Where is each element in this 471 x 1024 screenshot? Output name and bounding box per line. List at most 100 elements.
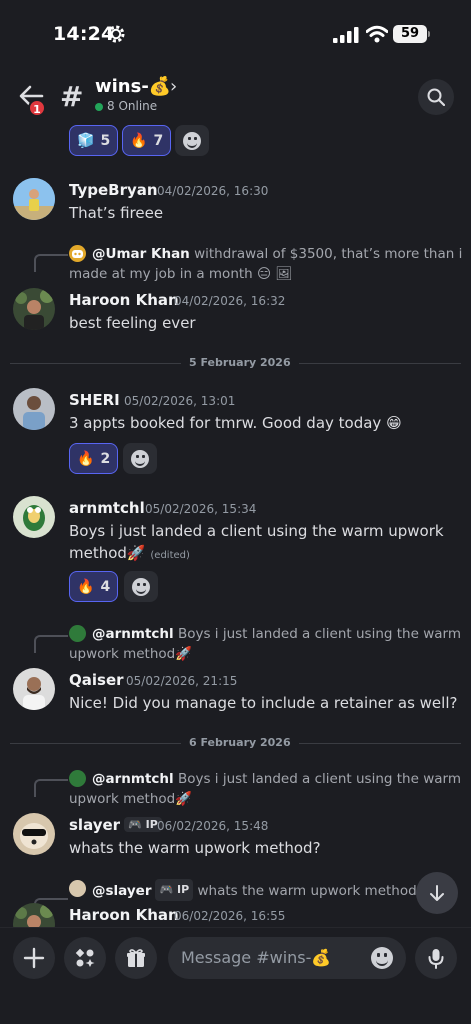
message-timestamp: 04/02/2026, 16:30 (157, 184, 269, 198)
author-name: slayer (69, 816, 121, 834)
date-divider-label: 6 February 2026 (181, 736, 299, 749)
microphone-icon (428, 949, 444, 969)
reply-snippet: Boys i just landed a client using the wa… (177, 771, 461, 787)
edited-label: (edited) (150, 550, 190, 561)
message-author[interactable]: Haroon Khan (69, 291, 179, 309)
gift-button[interactable] (115, 937, 157, 979)
reply-snippet: whats the warm upwork method? (197, 883, 424, 899)
chevron-right-icon[interactable]: › (170, 76, 177, 97)
avatar-image (13, 178, 55, 220)
channel-header: 1 # wins-💰 › 8 Online (0, 70, 471, 125)
arrow-down-icon (430, 885, 444, 901)
message-text: whats the warm upwork method? (69, 839, 321, 857)
reply-avatar (69, 880, 86, 897)
reply-preview[interactable]: @Umar Khan withdrawal of $3500, that’s m… (92, 244, 462, 264)
reaction-emoji: 🔥 (77, 578, 95, 595)
channel-name[interactable]: wins-💰 (95, 76, 171, 97)
message-text-line2: method🚀 (69, 544, 146, 562)
reaction-emoji: 🔥 (130, 132, 148, 149)
reaction-fire[interactable]: 🔥 4 (69, 571, 119, 602)
message-author[interactable]: Qaiser (69, 671, 124, 689)
gear-icon (107, 25, 125, 43)
message-timestamp: 06/02/2026, 15:48 (157, 819, 269, 833)
message-text: best feeling ever (69, 314, 196, 332)
message-author[interactable]: Haroon Khan (69, 906, 179, 924)
apps-button[interactable] (64, 937, 106, 979)
reply-avatar (69, 245, 86, 262)
reaction-ice[interactable]: 🧊 5 (69, 125, 119, 156)
unread-badge: 1 (28, 99, 46, 117)
message-timestamp: 05/02/2026, 13:01 (124, 394, 236, 408)
avatar-image (13, 388, 55, 430)
online-status-dot (95, 103, 103, 111)
message-text-cont: method🚀 (edited) (69, 542, 190, 567)
message-input[interactable]: Message #wins-💰 (168, 937, 406, 979)
plus-icon (23, 947, 45, 969)
message-timestamp: 05/02/2026, 15:34 (145, 502, 257, 516)
reply-snippet: withdrawal of $3500, that’s more than i (194, 246, 463, 262)
date-divider-label: 5 February 2026 (181, 356, 299, 369)
reaction-fire[interactable]: 🔥 7 (122, 125, 172, 156)
message-composer: Message #wins-💰 (0, 927, 471, 1024)
message-text: Boys i just landed a client using the wa… (69, 522, 444, 540)
reaction-fire[interactable]: 🔥 2 (69, 443, 119, 474)
reaction-count: 2 (100, 450, 111, 467)
avatar[interactable] (13, 813, 55, 855)
attach-button[interactable] (13, 937, 55, 979)
message-timestamp: 06/02/2026, 16:55 (174, 909, 286, 923)
message-list[interactable]: 🧊 5 🔥 7 TypeBryan 04/02/2026, 16:30 That… (0, 125, 471, 927)
reaction-count: 4 (100, 578, 111, 595)
smiley-icon (183, 131, 201, 150)
avatar-image (13, 668, 55, 710)
avatar-image (13, 813, 55, 855)
message-input-placeholder: Message #wins-💰 (181, 948, 332, 967)
wifi-icon (366, 25, 388, 43)
avatar[interactable] (13, 388, 55, 430)
message-author[interactable]: arnmtchl (69, 499, 145, 517)
reply-snippet-cont: upwork method🚀 (69, 791, 193, 807)
server-tag-text: IP (177, 883, 190, 896)
channel-hash-icon: # (60, 80, 84, 113)
search-icon (427, 88, 445, 106)
battery-icon: 59 (393, 25, 427, 43)
avatar-image (13, 496, 55, 538)
avatar[interactable] (13, 496, 55, 538)
reply-author: @slayer (92, 883, 152, 899)
reaction-emoji: 🔥 (77, 450, 95, 467)
avatar[interactable] (13, 288, 55, 330)
reply-connector (34, 635, 68, 653)
reply-author: @Umar Khan (92, 246, 190, 262)
add-reaction-button[interactable] (123, 443, 157, 474)
server-tag: 🎮 IP (155, 879, 194, 901)
battery-tip (428, 31, 430, 37)
reply-preview[interactable]: @slayer 🎮 IP whats the warm upwork method… (92, 879, 424, 901)
reaction-emoji: 🧊 (77, 132, 95, 149)
search-button[interactable] (418, 79, 454, 115)
add-reaction-button[interactable] (175, 125, 209, 156)
emoji-picker-icon[interactable] (371, 947, 393, 969)
message-author[interactable]: slayer 🎮 IP (69, 816, 162, 834)
reply-snippet: Boys i just landed a client using the wa… (177, 626, 461, 642)
voice-message-button[interactable] (415, 937, 457, 979)
reply-preview[interactable]: @arnmtchl Boys i just landed a client us… (92, 624, 461, 644)
avatar-image (13, 288, 55, 330)
status-bar: 14:24 59 (0, 0, 471, 70)
reply-snippet-cont: made at my job in a month 😑 🖼 (69, 266, 293, 282)
message-text: That’s fireee (69, 204, 164, 222)
online-count: 8 Online (107, 99, 158, 113)
reply-connector (34, 779, 68, 797)
message-timestamp: 05/02/2026, 21:15 (126, 674, 238, 688)
reply-snippet-cont: upwork method🚀 (69, 646, 193, 662)
avatar[interactable] (13, 668, 55, 710)
reply-preview[interactable]: @arnmtchl Boys i just landed a client us… (92, 769, 461, 789)
message-author[interactable]: TypeBryan (69, 181, 158, 199)
message-text: Nice! Did you manage to include a retain… (69, 694, 458, 712)
message-author[interactable]: SHERI (69, 391, 120, 409)
reaction-count: 7 (153, 132, 164, 149)
server-tag-text: IP (145, 818, 158, 831)
smiley-icon (132, 577, 150, 596)
jump-to-bottom-button[interactable] (416, 872, 458, 914)
cellular-signal-icon (333, 27, 359, 43)
avatar[interactable] (13, 178, 55, 220)
add-reaction-button[interactable] (124, 571, 158, 602)
